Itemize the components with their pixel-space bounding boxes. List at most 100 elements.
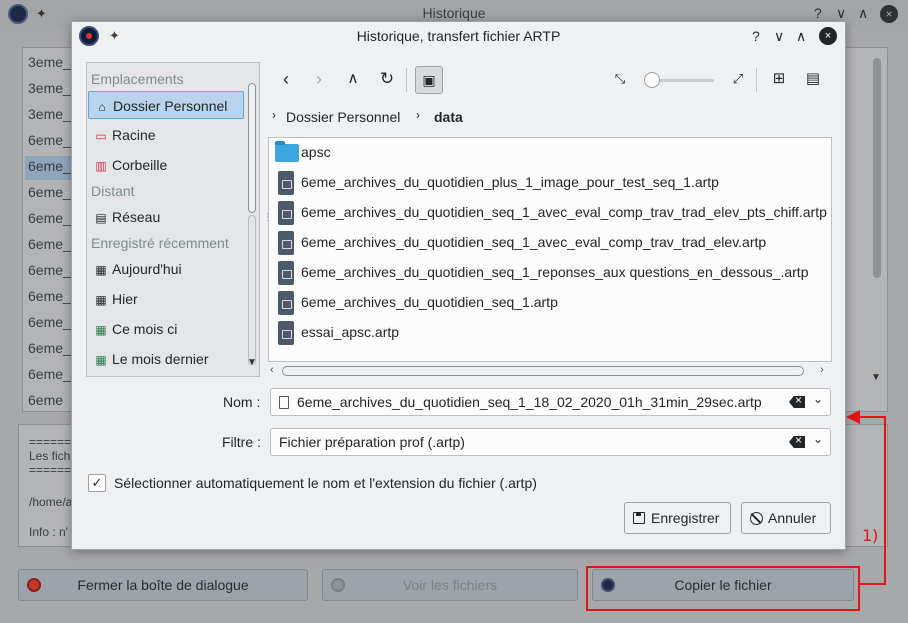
zoom-slider-handle[interactable]	[644, 72, 660, 88]
view-options-button[interactable]: ▤	[799, 66, 827, 94]
file-name: 6eme_archives_du_quotidien_seq_1_avec_ev…	[301, 204, 827, 220]
places-item-label: Aujourd'hui	[112, 261, 182, 277]
places-item-this-month[interactable]: ▦ Ce mois ci	[88, 315, 244, 343]
places-item-label: Corbeille	[112, 157, 168, 173]
breadcrumb-current[interactable]: data	[434, 109, 463, 125]
auto-extension-label: Sélectionner automatiquement le nom et l…	[114, 475, 537, 491]
places-item-today[interactable]: ▦ Aujourd'hui	[88, 255, 244, 283]
cancel-icon	[750, 512, 763, 525]
reload-button[interactable]: ↻	[373, 66, 401, 94]
list-item[interactable]: 3eme_	[28, 80, 71, 96]
places-header-distant: Distant	[91, 183, 135, 199]
list-item[interactable]: 6eme_	[28, 262, 71, 278]
list-item[interactable]: 6eme_	[28, 236, 71, 252]
file-item[interactable]: essai_apsc.artp	[273, 318, 831, 348]
file-item[interactable]: 6eme_archives_du_quotidien_seq_1_avec_ev…	[273, 198, 831, 228]
trash-icon: ▥	[95, 159, 107, 173]
cancel-button[interactable]: Annuler	[741, 502, 831, 534]
places-item-label: Hier	[112, 291, 138, 307]
breadcrumb-home[interactable]: Dossier Personnel	[286, 109, 400, 125]
file-name: 6eme_archives_du_quotidien_seq_1_reponse…	[301, 264, 809, 280]
view-files-button[interactable]: Voir les fichiers	[322, 569, 578, 601]
chevron-right-icon[interactable]: ›	[820, 364, 824, 376]
scrollbar-thumb[interactable]	[282, 366, 804, 376]
toolbar-separator	[406, 68, 407, 92]
list-item[interactable]: 3eme_	[28, 106, 71, 122]
up-button[interactable]: ∧	[339, 66, 367, 94]
chevron-down-icon[interactable]: ▼	[871, 372, 881, 383]
annotation-line	[884, 416, 886, 585]
stop-icon	[27, 578, 41, 592]
cancel-button-label: Annuler	[768, 510, 817, 526]
help-button[interactable]: ?	[814, 5, 822, 21]
places-item-home[interactable]: ⌂ Dossier Personnel	[88, 91, 244, 119]
back-button[interactable]: ‹	[272, 66, 300, 94]
list-item[interactable]: 6eme	[28, 392, 63, 408]
list-item[interactable]: 6eme_	[28, 366, 71, 382]
file-name: essai_apsc.artp	[301, 324, 400, 340]
maximize-button[interactable]: ∧	[858, 5, 868, 22]
help-button[interactable]: ?	[752, 28, 760, 44]
forward-button[interactable]: ›	[305, 66, 333, 94]
file-item[interactable]: 6eme_archives_du_quotidien_plus_1_image_…	[273, 168, 831, 198]
close-button[interactable]: ×	[880, 5, 898, 23]
places-header-recent: Enregistré récemment	[91, 235, 229, 251]
scrollbar-thumb[interactable]	[873, 58, 881, 278]
annotation-box-copy	[586, 566, 860, 611]
chevron-down-icon[interactable]: ⌄	[813, 432, 823, 446]
log-line: Info : n'	[29, 525, 68, 539]
file-list-hscrollbar[interactable]: ‹ ›	[268, 364, 832, 378]
places-item-label: Réseau	[112, 209, 161, 225]
file-item[interactable]: 6eme_archives_du_quotidien_seq_1_avec_ev…	[273, 228, 831, 258]
document-icon	[278, 291, 294, 315]
maximize-button[interactable]: ∧	[796, 28, 806, 45]
minimize-button[interactable]: ∨	[774, 28, 784, 45]
places-scrollbar[interactable]: ▼	[247, 83, 257, 373]
zoom-out-button[interactable]: ⤡	[606, 66, 634, 94]
annotation-line	[858, 416, 886, 418]
document-icon	[278, 321, 294, 345]
close-dialog-button[interactable]: Fermer la boîte de dialogue	[18, 569, 308, 601]
list-item[interactable]: 6eme_	[28, 132, 71, 148]
zoom-in-button[interactable]: ⤢	[724, 66, 752, 94]
auto-extension-checkbox[interactable]: ✓	[88, 474, 106, 492]
list-item[interactable]: 6eme_	[28, 210, 71, 226]
places-item-trash[interactable]: ▥ Corbeille	[88, 151, 244, 179]
zoom-out-icon: ⤡	[614, 71, 626, 86]
zoom-slider-track[interactable]	[652, 79, 714, 82]
list-item[interactable]: 6eme_	[28, 314, 71, 330]
preview-toggle-button[interactable]: ▣	[415, 66, 443, 94]
name-label: Nom :	[223, 394, 261, 410]
places-item-network[interactable]: ▤ Réseau	[88, 203, 244, 231]
clear-icon[interactable]	[789, 396, 805, 408]
file-item-folder[interactable]: apsc	[273, 138, 831, 168]
save-button[interactable]: Enregistrer	[624, 502, 731, 534]
chevron-down-icon[interactable]: ⌄	[813, 392, 823, 406]
chevron-left-icon[interactable]: ‹	[270, 364, 274, 376]
chevron-down-icon[interactable]: ▼	[247, 357, 257, 368]
filter-select[interactable]: Fichier préparation prof (.artp) ⌄	[270, 428, 831, 456]
list-item[interactable]: 6eme_	[28, 340, 71, 356]
filename-input[interactable]: 6eme_archives_du_quotidien_seq_1_18_02_2…	[270, 388, 831, 416]
file-name: 6eme_archives_du_quotidien_seq_1.artp	[301, 294, 558, 310]
scrollbar-track[interactable]	[248, 215, 256, 365]
new-folder-button[interactable]: ⊞	[765, 66, 793, 94]
document-icon	[279, 396, 289, 409]
dialog-close-button[interactable]: ×	[819, 27, 837, 45]
file-item[interactable]: 6eme_archives_du_quotidien_seq_1_reponse…	[273, 258, 831, 288]
minimize-button[interactable]: ∨	[836, 5, 846, 22]
places-item-root[interactable]: ▭ Racine	[88, 121, 244, 149]
list-item[interactable]: 6eme_	[28, 184, 71, 200]
scrollbar-thumb[interactable]	[248, 83, 256, 213]
file-list[interactable]: apsc 6eme_archives_du_quotidien_plus_1_i…	[268, 137, 832, 362]
file-item[interactable]: 6eme_archives_du_quotidien_seq_1.artp	[273, 288, 831, 318]
calendar-icon: ▦	[95, 323, 107, 337]
log-line: /home/a	[29, 495, 73, 509]
places-item-last-month[interactable]: ▦ Le mois dernier	[88, 345, 244, 373]
list-item[interactable]: 6eme_	[28, 288, 71, 304]
clear-icon[interactable]	[789, 436, 805, 448]
list-item[interactable]: 3eme_	[28, 54, 71, 70]
history-list-scrollbar[interactable]: ▼	[871, 50, 883, 402]
places-item-yesterday[interactable]: ▦ Hier	[88, 285, 244, 313]
log-line: ======	[29, 463, 72, 477]
